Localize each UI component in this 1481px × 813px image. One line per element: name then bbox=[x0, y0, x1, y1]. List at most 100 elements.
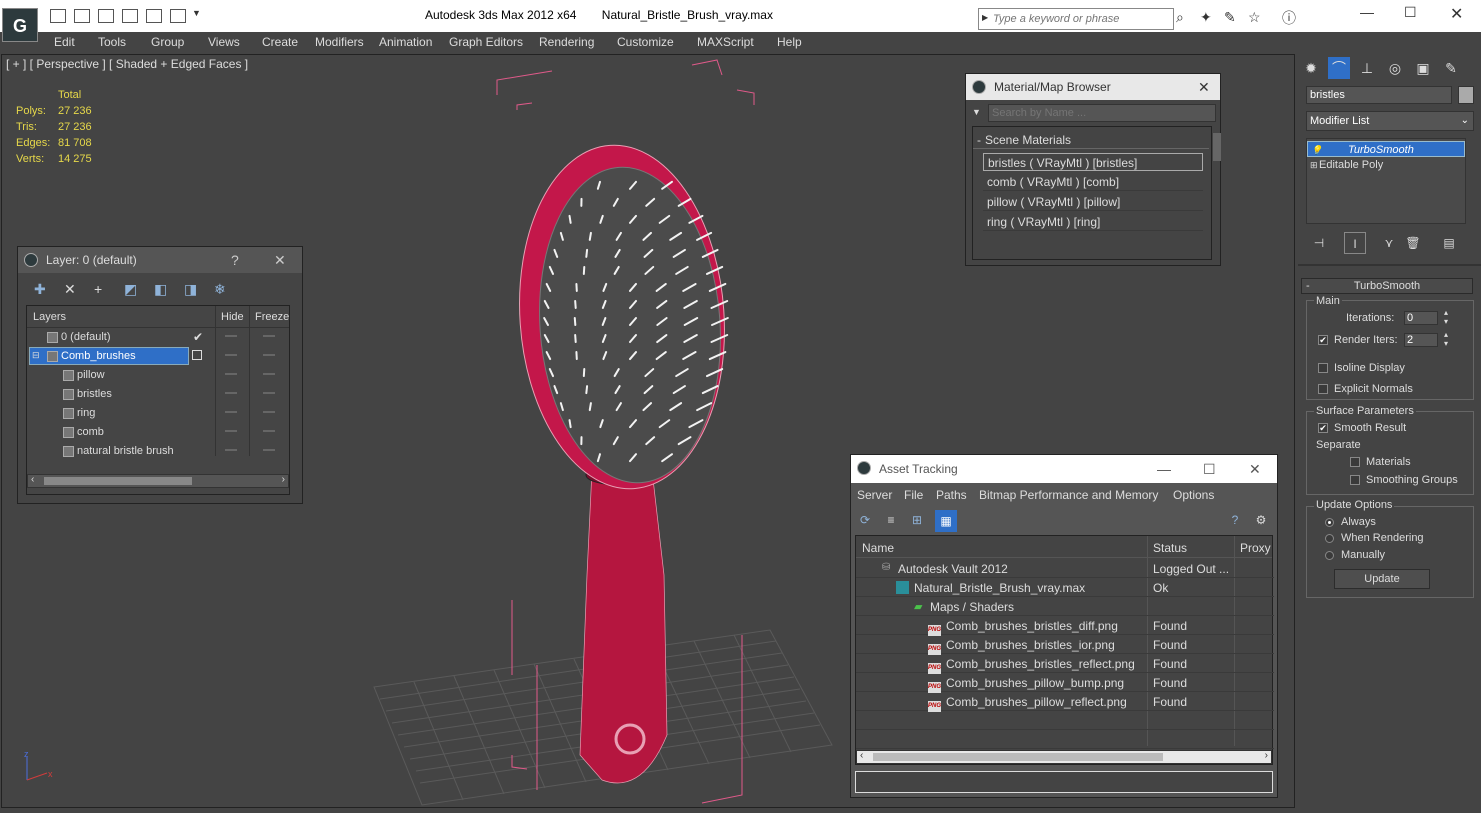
layer-help-button[interactable]: ? bbox=[231, 247, 239, 273]
asset-tracking-title[interactable]: Asset Tracking — ☐ ✕ bbox=[851, 455, 1277, 483]
freeze-toggle[interactable] bbox=[263, 392, 275, 394]
menu-edit[interactable]: Edit bbox=[54, 35, 75, 49]
asset-tracking-close-icon[interactable]: ✕ bbox=[1249, 455, 1261, 483]
search-arrow-icon[interactable]: ▶ bbox=[982, 13, 988, 22]
col-layers[interactable]: Layers bbox=[33, 311, 66, 323]
layer-row[interactable]: ring bbox=[27, 404, 289, 423]
render-iters-spinner[interactable]: 2 bbox=[1404, 333, 1438, 347]
quick-access-dropdown-icon[interactable]: ▼ bbox=[192, 8, 201, 18]
modify-tab-icon[interactable]: ⌒ bbox=[1328, 57, 1350, 79]
favorites-star-icon[interactable]: ☆ bbox=[1248, 9, 1261, 26]
hide-toggle[interactable] bbox=[225, 449, 237, 451]
explicit-normals-checkbox[interactable] bbox=[1318, 384, 1328, 394]
col-proxy[interactable]: Proxy bbox=[1240, 541, 1271, 555]
minimize-icon[interactable]: — bbox=[1157, 455, 1171, 483]
menu-views[interactable]: Views bbox=[208, 35, 240, 49]
menu-options[interactable]: Options bbox=[1173, 488, 1214, 502]
add-to-layer-icon[interactable]: + bbox=[94, 281, 102, 297]
render-iters-checkbox[interactable]: ✔ bbox=[1318, 335, 1328, 345]
hide-toggle[interactable] bbox=[225, 411, 237, 413]
modifier-list-dropdown[interactable]: Modifier List ⌄ bbox=[1306, 111, 1474, 131]
menu-graph-editors[interactable]: Graph Editors bbox=[449, 35, 523, 49]
layer-row[interactable]: bristles bbox=[27, 385, 289, 404]
material-browser-close-icon[interactable]: ✕ bbox=[1198, 74, 1210, 100]
select-objects-icon[interactable]: ◩ bbox=[124, 281, 137, 298]
menu-tools[interactable]: Tools bbox=[98, 35, 126, 49]
asset-row[interactable]: PNG Comb_brushes_bristles_diff.png Found bbox=[856, 616, 1274, 636]
stack-item-turbosmooth[interactable]: 💡 TurboSmooth bbox=[1307, 141, 1465, 157]
menu-bitmap-performance[interactable]: Bitmap Performance and Memory bbox=[979, 488, 1158, 502]
maximize-icon[interactable]: ☐ bbox=[1203, 455, 1216, 483]
asset-row[interactable]: PNG Comb_brushes_pillow_bump.png Found bbox=[856, 673, 1274, 693]
separate-materials-checkbox[interactable] bbox=[1350, 457, 1360, 467]
menu-create[interactable]: Create bbox=[262, 35, 298, 49]
material-scrollbar[interactable] bbox=[1213, 133, 1221, 161]
layer-row[interactable]: ⊟ Comb_brushes bbox=[27, 347, 289, 366]
freeze-toggle[interactable] bbox=[263, 430, 275, 432]
menu-modifiers[interactable]: Modifiers bbox=[315, 35, 364, 49]
layer-name[interactable]: Comb_brushes bbox=[61, 350, 136, 362]
menu-maxscript[interactable]: MAXScript bbox=[697, 35, 754, 49]
layer-name[interactable]: 0 (default) bbox=[61, 331, 111, 343]
rollout-collapse-icon[interactable]: - bbox=[1306, 279, 1310, 293]
asset-row[interactable]: ▰ Maps / Shaders bbox=[856, 597, 1274, 616]
turbosmooth-rollout-header[interactable]: - TurboSmooth bbox=[1301, 278, 1473, 294]
subscription-icon[interactable]: ✦ bbox=[1200, 9, 1212, 26]
maximize-icon[interactable]: ☐ bbox=[1404, 4, 1417, 21]
minimize-icon[interactable]: — bbox=[1360, 4, 1374, 20]
tree-view-icon[interactable]: ⊞ bbox=[909, 513, 925, 529]
menu-file[interactable]: File bbox=[904, 488, 923, 502]
hide-toggle[interactable] bbox=[225, 430, 237, 432]
show-end-result-icon[interactable]: I bbox=[1344, 232, 1366, 254]
object-name-field[interactable]: bristles bbox=[1306, 86, 1452, 104]
asset-horizontal-scrollbar[interactable]: ‹ › bbox=[856, 750, 1272, 764]
communication-icon[interactable]: ✎ bbox=[1224, 9, 1236, 26]
material-item[interactable]: ring ( VRayMtl ) [ring] bbox=[983, 213, 1203, 231]
utilities-tab-icon[interactable]: ✎ bbox=[1440, 57, 1462, 79]
asset-path-field[interactable] bbox=[855, 771, 1273, 793]
asset-row[interactable]: PNG Comb_brushes_pillow_reflect.png Foun… bbox=[856, 692, 1274, 712]
help-icon[interactable]: ⓘ bbox=[1282, 8, 1296, 28]
hierarchy-tab-icon[interactable]: ⊥ bbox=[1356, 57, 1378, 79]
list-view-icon[interactable]: ≡ bbox=[883, 513, 899, 529]
save-icon[interactable] bbox=[74, 9, 90, 23]
freeze-toggle[interactable] bbox=[263, 354, 275, 356]
smooth-result-checkbox[interactable]: ✔ bbox=[1318, 423, 1328, 433]
asset-row[interactable]: PNG Comb_brushes_bristles_reflect.png Fo… bbox=[856, 654, 1274, 674]
iterations-spinner[interactable]: 0 bbox=[1404, 311, 1438, 325]
motion-tab-icon[interactable]: ◎ bbox=[1384, 57, 1406, 79]
object-name[interactable]: natural bristle brush bbox=[77, 445, 174, 457]
update-manually-radio[interactable] bbox=[1325, 551, 1334, 560]
isoline-display-checkbox[interactable] bbox=[1318, 363, 1328, 373]
asset-row[interactable]: Natural_Bristle_Brush_vray.max Ok bbox=[856, 578, 1274, 597]
material-item[interactable]: comb ( VRayMtl ) [comb] bbox=[983, 173, 1203, 191]
make-current-box[interactable] bbox=[192, 350, 202, 360]
settings-icon[interactable]: ⚙ bbox=[1253, 513, 1269, 529]
col-hide[interactable]: Hide bbox=[221, 311, 244, 323]
configure-sets-icon[interactable]: ▤ bbox=[1438, 232, 1460, 254]
active-layer-check-icon[interactable]: ✔ bbox=[193, 330, 203, 344]
scroll-thumb[interactable] bbox=[44, 477, 192, 485]
freeze-toggle[interactable] bbox=[263, 449, 275, 451]
menu-rendering[interactable]: Rendering bbox=[539, 35, 594, 49]
expand-plus-icon[interactable]: ⊞ bbox=[1310, 157, 1318, 173]
freeze-toggle[interactable] bbox=[263, 411, 275, 413]
layer-row[interactable]: natural bristle brush bbox=[27, 442, 289, 461]
col-freeze[interactable]: Freeze bbox=[255, 311, 289, 323]
menu-server[interactable]: Server bbox=[857, 488, 892, 502]
update-button[interactable]: Update bbox=[1334, 569, 1430, 589]
create-tab-icon[interactable]: ✹ bbox=[1300, 57, 1322, 79]
infocenter-search-input[interactable] bbox=[993, 9, 1169, 29]
open-icon[interactable] bbox=[50, 9, 66, 23]
object-name[interactable]: comb bbox=[77, 426, 104, 438]
scroll-left-icon[interactable]: ‹ bbox=[860, 750, 863, 761]
separate-smoothing-groups-checkbox[interactable] bbox=[1350, 475, 1360, 485]
hide-all-icon[interactable]: ◨ bbox=[184, 281, 197, 298]
display-tab-icon[interactable]: ▣ bbox=[1412, 57, 1434, 79]
menu-help[interactable]: Help bbox=[777, 35, 802, 49]
refresh-icon[interactable]: ⟳ bbox=[857, 513, 873, 529]
menu-paths[interactable]: Paths bbox=[936, 488, 967, 502]
pin-stack-icon[interactable]: ⊣ bbox=[1308, 232, 1330, 254]
hide-toggle[interactable] bbox=[225, 373, 237, 375]
col-name[interactable]: Name bbox=[862, 541, 894, 555]
